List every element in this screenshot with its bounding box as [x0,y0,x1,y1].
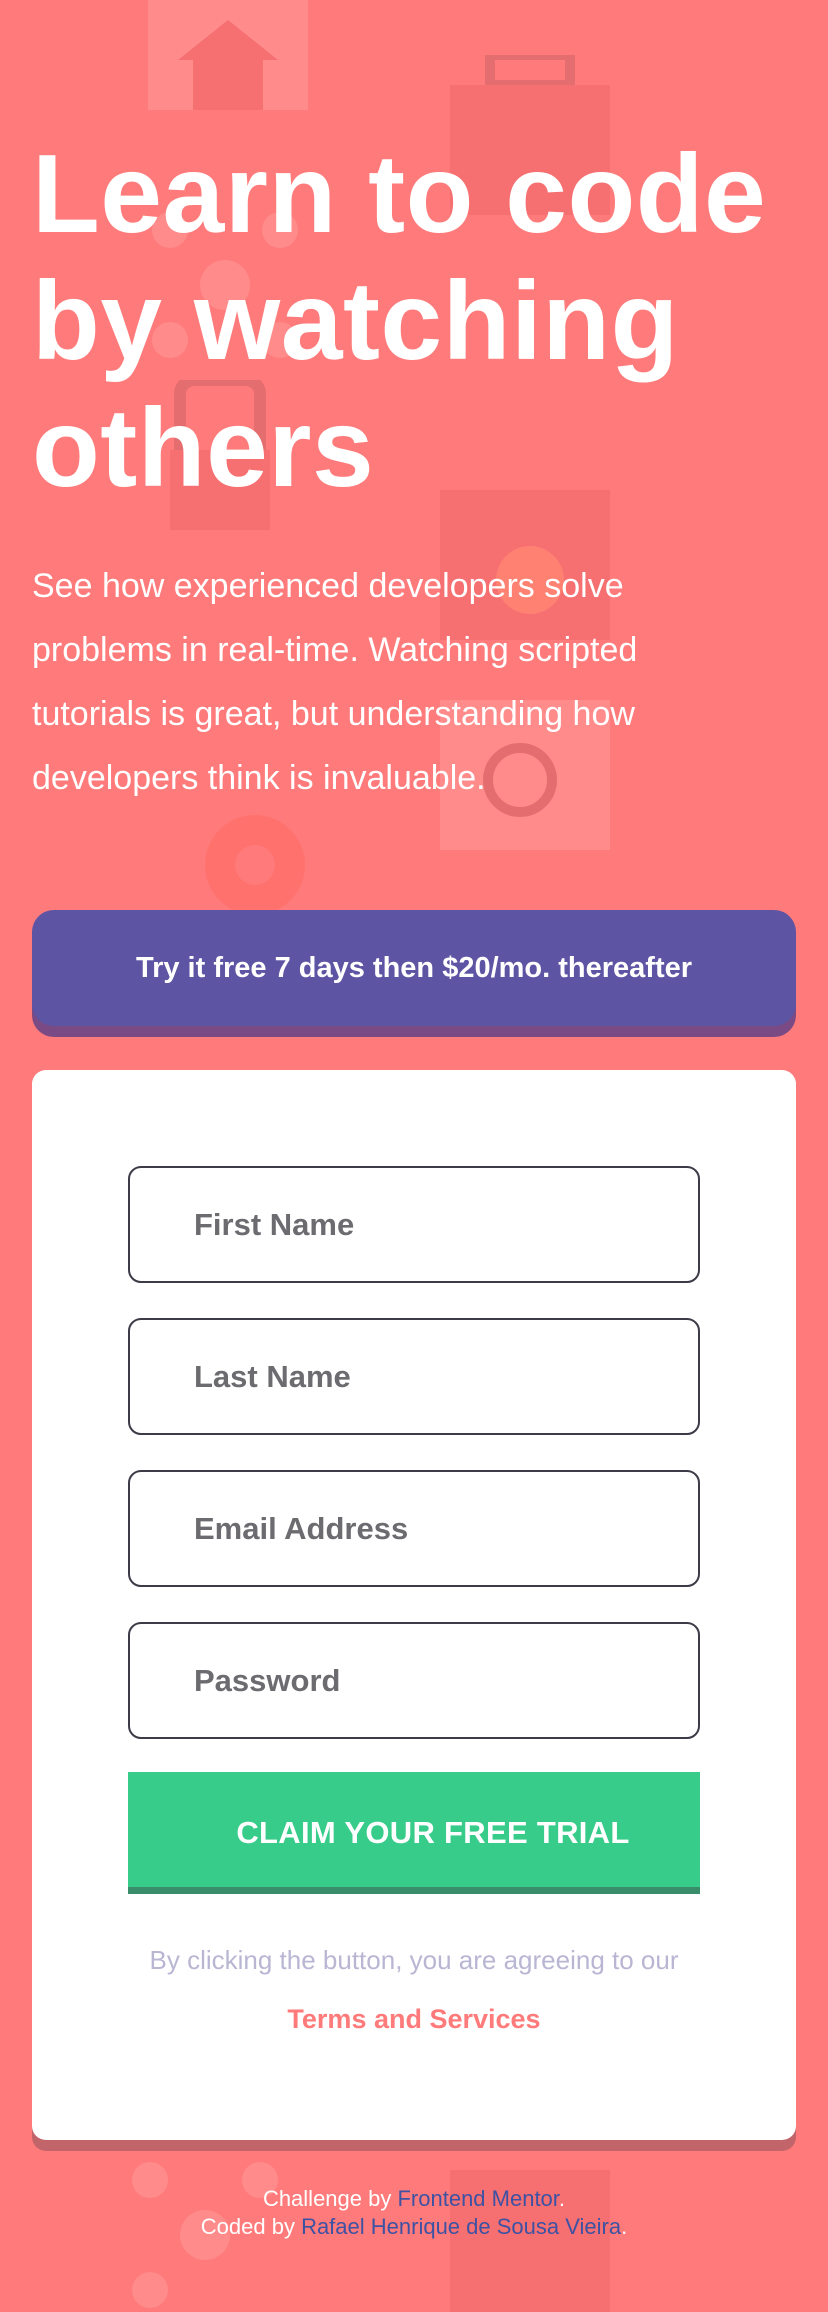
claim-trial-button[interactable]: CLAIM YOUR FREE TRIAL [128,1772,700,1894]
email-placeholder: Email Address [194,1510,409,1546]
signup-card: First Name Last Name Email Address Passw… [32,1070,796,2140]
last-name-placeholder: Last Name [194,1358,351,1394]
terms-link[interactable]: Terms and Services [128,2004,700,2035]
first-name-field[interactable]: First Name [128,1166,700,1283]
first-name-placeholder: First Name [194,1206,355,1242]
footer: Challenge by Frontend Mentor. Coded by R… [32,2185,796,2241]
last-name-field[interactable]: Last Name [128,1318,700,1435]
hero-description: See how experienced developers solve pro… [32,567,638,797]
claim-trial-label: CLAIM YOUR FREE TRIAL [236,1815,630,1850]
attribution-coded: Coded by Rafael Henrique de Sousa Vieira… [32,2213,796,2241]
frontend-mentor-link[interactable]: Frontend Mentor [397,2186,558,2211]
promo-bold: Try it free 7 days [135,951,365,984]
challenge-prefix: Challenge by [262,2186,398,2211]
challenge-suffix: . [558,2186,566,2211]
password-placeholder: Password [194,1662,341,1698]
attribution-challenge: Challenge by Frontend Mentor. [32,2185,796,2213]
page: Learn to code by watching others See how… [0,0,828,2241]
terms-text: By clicking the button, you are agreeing… [149,1945,679,1975]
author-link[interactable]: Rafael Henrique de Sousa Vieira [301,2214,621,2239]
email-field[interactable]: Email Address [128,1470,700,1587]
promo-banner: Try it free 7 days then $20/mo. thereaft… [32,910,796,1026]
promo-rest: then $20/mo. thereafter [364,951,693,984]
coded-suffix: . [621,2214,628,2239]
hero-title: Learn to code by watching others [32,132,767,510]
coded-prefix: Coded by [200,2214,302,2239]
password-field[interactable]: Password [128,1622,700,1739]
